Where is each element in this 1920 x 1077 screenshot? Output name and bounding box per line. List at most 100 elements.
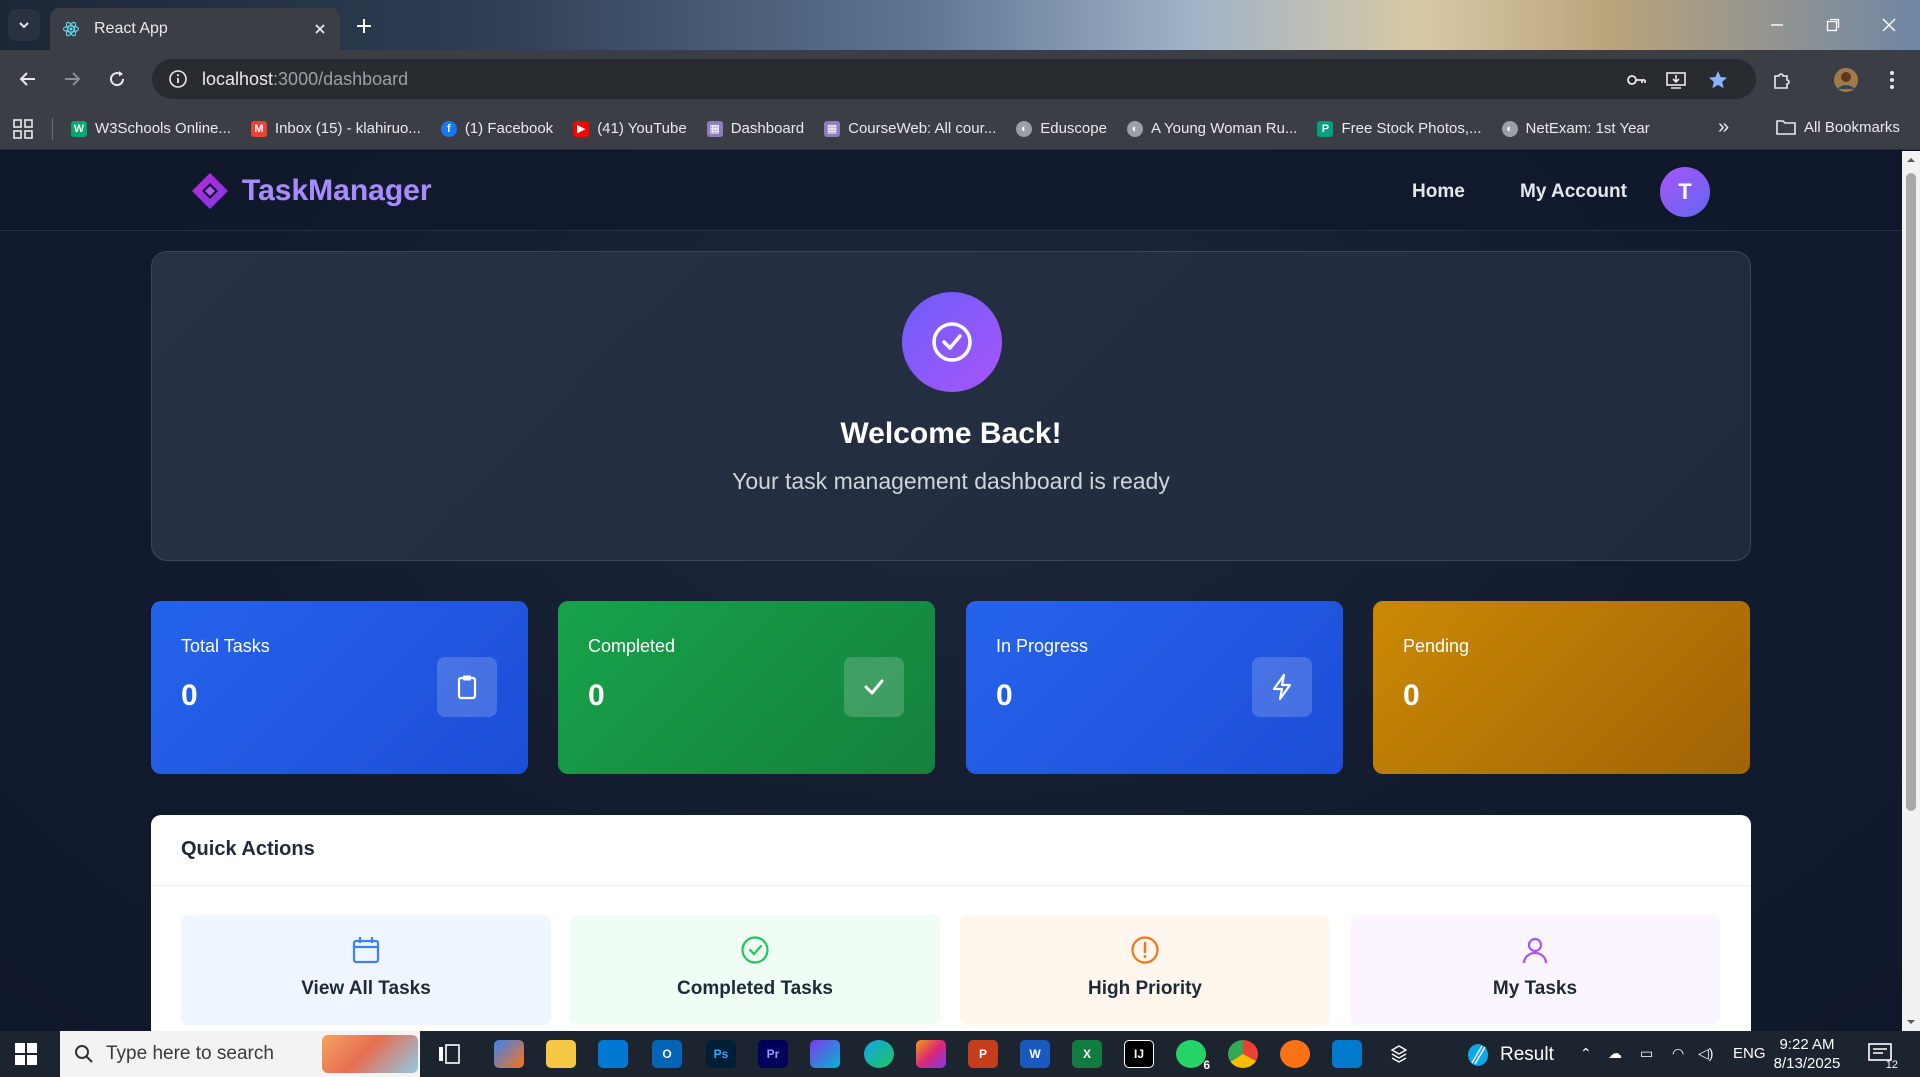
bookmark-item[interactable]: ▦ Dashboard: [706, 120, 805, 137]
arrow-left-icon: [19, 72, 35, 86]
bookmark-item[interactable]: W W3Schools Online...: [71, 120, 231, 137]
word-icon[interactable]: W: [1020, 1040, 1050, 1068]
apps-grid-icon[interactable]: [12, 118, 34, 140]
minimize-button[interactable]: [1764, 12, 1790, 38]
all-bookmarks-button[interactable]: All Bookmarks: [1776, 118, 1900, 136]
vscode-icon[interactable]: [1332, 1040, 1362, 1068]
profile-avatar-icon: [1834, 68, 1858, 92]
outlook-icon[interactable]: O: [652, 1040, 682, 1068]
new-tab-icon[interactable]: [352, 14, 376, 38]
nav-home-link[interactable]: Home: [1412, 181, 1465, 203]
stat-card-total[interactable]: Total Tasks 0: [151, 601, 528, 774]
search-placeholder: Type here to search: [106, 1043, 274, 1064]
install-app-button[interactable]: [1662, 66, 1690, 94]
browser-tab[interactable]: React App: [50, 8, 340, 50]
close-tab-icon[interactable]: [312, 21, 328, 37]
bookmark-item[interactable]: ◐ Eduscope: [1016, 120, 1107, 137]
bookmarks-divider: [52, 117, 53, 140]
bookmark-item[interactable]: ◐ A Young Woman Ru...: [1126, 120, 1297, 137]
restore-button[interactable]: [1820, 12, 1846, 38]
brand[interactable]: TaskManager: [190, 171, 432, 211]
tray-battery-icon[interactable]: ▭: [1640, 1045, 1653, 1062]
more-bookmarks-icon[interactable]: »: [1718, 116, 1729, 139]
instagram-icon[interactable]: [916, 1040, 946, 1068]
premiere-icon[interactable]: Pr: [758, 1040, 788, 1068]
bookmark-item[interactable]: f (1) Facebook: [440, 120, 553, 137]
intellij-icon[interactable]: IJ: [1124, 1040, 1154, 1068]
taskbar-clock[interactable]: 9:22 AM 8/13/2025: [1770, 1035, 1844, 1073]
quick-action-label: My Tasks: [1492, 978, 1578, 999]
app-icon[interactable]: [1384, 1040, 1414, 1068]
excel-icon[interactable]: X: [1072, 1040, 1102, 1068]
ms-store-icon[interactable]: [598, 1040, 628, 1068]
globe-icon: ◐: [1501, 120, 1518, 137]
bookmark-item[interactable]: ◐ NetExam: 1st Year: [1501, 120, 1650, 137]
edge-icon[interactable]: [864, 1040, 894, 1068]
bookmark-star-button[interactable]: [1704, 66, 1732, 94]
password-key-button[interactable]: [1622, 66, 1650, 94]
profile-button[interactable]: [1832, 66, 1860, 94]
stat-label: Total Tasks: [181, 636, 270, 656]
bookmark-item[interactable]: M Inbox (15) - klahiruo...: [250, 120, 421, 137]
windows-start-icon[interactable]: [14, 1042, 38, 1066]
tray-volume-icon[interactable]: ◁): [1698, 1045, 1713, 1062]
reload-button[interactable]: [103, 65, 131, 93]
close-window-button[interactable]: [1876, 12, 1902, 38]
stat-card-in-progress[interactable]: In Progress 0: [966, 601, 1343, 774]
react-icon: [62, 21, 80, 37]
site-info-icon[interactable]: [168, 69, 188, 89]
task-view-icon[interactable]: [434, 1040, 464, 1068]
tray-wifi-icon[interactable]: ◠: [1672, 1045, 1684, 1062]
powerpoint-icon[interactable]: P: [968, 1040, 998, 1068]
bookmark-item[interactable]: P Free Stock Photos,...: [1317, 120, 1482, 137]
page-viewport: TaskManager Home My Account T Welcome Ba…: [0, 151, 1902, 1031]
forward-button[interactable]: [58, 65, 86, 93]
bookmarks-bar: W W3Schools Online... M Inbox (15) - klahi…: [0, 108, 1920, 150]
bookmark-item[interactable]: ▶ (41) YouTube: [573, 120, 687, 137]
quick-action-completed[interactable]: Completed Tasks: [570, 915, 940, 1025]
browser-menu-button[interactable]: [1878, 66, 1906, 94]
whatsapp-icon[interactable]: 6: [1176, 1040, 1210, 1072]
file-explorer-icon[interactable]: [546, 1040, 576, 1068]
stat-card-completed[interactable]: Completed 0: [558, 601, 935, 774]
w3schools-icon: W: [71, 120, 87, 137]
stat-label: Pending: [1403, 636, 1470, 656]
more-vertical-icon: [1890, 71, 1894, 89]
quick-action-high-priority[interactable]: High Priority: [960, 915, 1330, 1025]
clock-date: 8/13/2025: [1773, 1055, 1841, 1072]
taskbar-search[interactable]: Type here to search: [60, 1031, 420, 1077]
calendar-icon: [352, 937, 380, 964]
nav-account-link[interactable]: My Account: [1520, 181, 1627, 203]
scroll-down-icon[interactable]: [1906, 1017, 1916, 1027]
tray-language[interactable]: ENG: [1733, 1045, 1766, 1062]
stat-value: 0: [1403, 679, 1420, 712]
photoshop-icon[interactable]: Ps: [706, 1040, 736, 1068]
extensions-button[interactable]: [1768, 66, 1796, 94]
scroll-thumb[interactable]: [1906, 173, 1916, 811]
address-bar[interactable]: localhost:3000/dashboard: [152, 59, 1756, 99]
postman-icon[interactable]: [1280, 1040, 1310, 1068]
page-scrollbar[interactable]: [1902, 151, 1920, 1031]
user-avatar[interactable]: T: [1660, 167, 1710, 217]
tab-search-button[interactable]: [8, 9, 40, 41]
star-icon: [1709, 71, 1727, 89]
globe-icon: ◐: [1126, 120, 1143, 137]
bookmark-item[interactable]: ▦ CourseWeb: All cour...: [824, 120, 996, 137]
welcome-title: Welcome Back!: [840, 417, 1062, 450]
quick-action-my-tasks[interactable]: My Tasks: [1350, 915, 1720, 1025]
taskbar-result-widget[interactable]: Result: [1466, 1043, 1554, 1067]
notification-center-button[interactable]: 12: [1868, 1043, 1898, 1071]
quick-action-view-all[interactable]: View All Tasks: [181, 915, 551, 1025]
courseweb-icon: ▦: [824, 120, 841, 137]
tray-chevron-up-icon[interactable]: ⌃: [1580, 1045, 1592, 1062]
scroll-up-icon[interactable]: [1906, 155, 1916, 165]
check-circle-icon: [741, 936, 769, 964]
stat-card-pending[interactable]: Pending 0: [1373, 601, 1750, 774]
bookmark-label: Dashboard: [730, 120, 805, 137]
chrome-icon[interactable]: [1228, 1040, 1258, 1068]
copilot-icon[interactable]: [494, 1040, 524, 1068]
tray-network-icon[interactable]: ☁: [1608, 1045, 1622, 1062]
m365-icon[interactable]: [810, 1040, 840, 1068]
back-button[interactable]: [14, 65, 42, 93]
cricket-icon: [1468, 1044, 1488, 1066]
